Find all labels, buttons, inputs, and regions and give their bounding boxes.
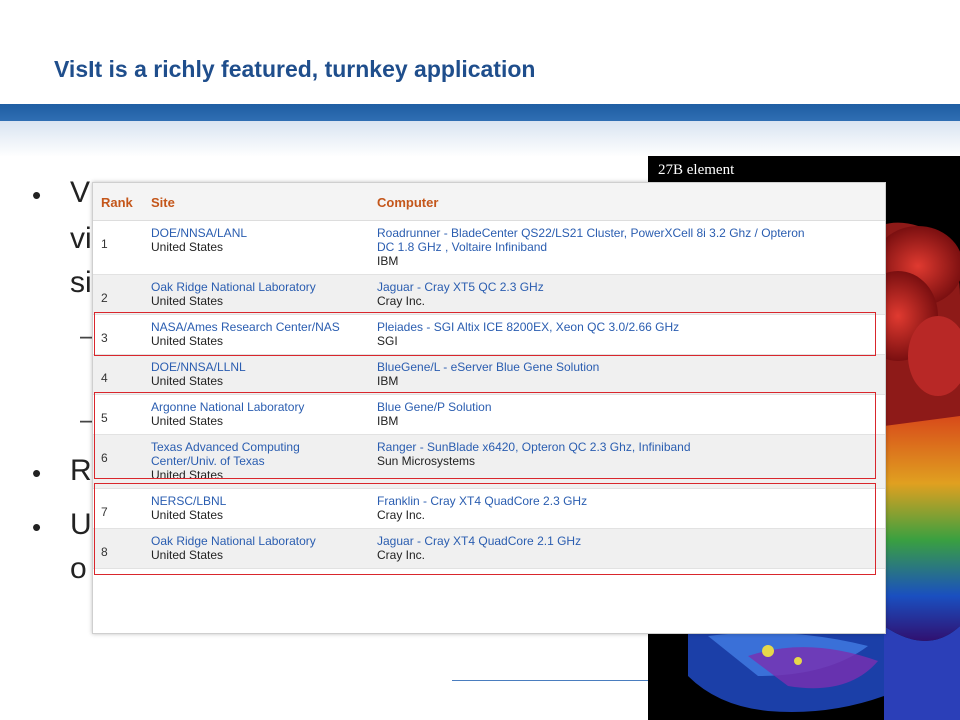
bullet-2-text: R	[70, 454, 92, 487]
site-country: United States	[151, 240, 224, 254]
site-cell: DOE/NNSA/LLNL United States	[143, 354, 369, 395]
bullet-3-text: U	[70, 508, 92, 541]
computer-link[interactable]: Roadrunner - BladeCenter QS22/LS21 Clust…	[377, 226, 877, 240]
computer-link[interactable]: BlueGene/L - eServer Blue Gene Solution	[377, 360, 877, 374]
site-country: United States	[151, 374, 224, 388]
highlight-box-rank-2	[94, 312, 876, 356]
site-link[interactable]: DOE/NNSA/LANL	[151, 226, 361, 240]
rank-cell: 1	[93, 220, 143, 275]
highlight-box-rank-6-7	[94, 483, 876, 575]
table-header-row: Rank Site Computer	[93, 183, 885, 221]
bullet-1-line2: vi	[70, 222, 92, 255]
table-row: 1 DOE/NNSA/LANL United States Roadrunner…	[93, 220, 885, 275]
computer-link[interactable]: Jaguar - Cray XT5 QC 2.3 GHz	[377, 280, 877, 294]
computer-cell: Jaguar - Cray XT5 QC 2.3 GHz Cray Inc.	[369, 274, 885, 315]
site-column-header: Site	[143, 183, 369, 221]
computer-cell: Roadrunner - BladeCenter QS22/LS21 Clust…	[369, 220, 885, 275]
bullet-dot: •	[32, 512, 42, 542]
site-cell: DOE/NNSA/LANL United States	[143, 220, 369, 275]
title-divider-bar	[0, 104, 960, 121]
table-row: 2 Oak Ridge National Laboratory United S…	[93, 274, 885, 315]
rank-cell: 2	[93, 274, 143, 315]
bullet-dot: •	[32, 458, 42, 488]
computer-vendor: IBM	[377, 254, 399, 268]
bullet-1-line3: si	[70, 266, 92, 299]
hyperlink-underline	[452, 680, 648, 681]
site-link[interactable]: DOE/NNSA/LLNL	[151, 360, 361, 374]
table-row: 4 DOE/NNSA/LLNL United States BlueGene/L…	[93, 354, 885, 395]
visualization-caption: 27B element	[658, 162, 735, 178]
computer-cell: BlueGene/L - eServer Blue Gene Solution …	[369, 354, 885, 395]
computer-vendor: Cray Inc.	[377, 294, 426, 308]
bullet-3-line2: o	[70, 552, 87, 585]
site-cell: Oak Ridge National Laboratory United Sta…	[143, 274, 369, 315]
rank-column-header: Rank	[93, 183, 143, 221]
computer-link-line2[interactable]: DC 1.8 GHz , Voltaire Infiniband	[377, 240, 877, 254]
highlight-box-ranks-4-5	[94, 392, 876, 479]
rank-cell: 4	[93, 354, 143, 395]
computer-column-header: Computer	[369, 183, 885, 221]
bullet-dot: •	[32, 180, 42, 210]
slide-title: VisIt is a richly featured, turnkey appl…	[54, 56, 536, 82]
title-gradient-band	[0, 121, 960, 157]
bullet-1-text: V	[70, 176, 91, 209]
site-country: United States	[151, 294, 224, 308]
top500-table-screenshot: Rank Site Computer 1 DOE/NNSA/LANL Unite…	[92, 182, 886, 634]
site-link[interactable]: Oak Ridge National Laboratory	[151, 280, 361, 294]
computer-vendor: IBM	[377, 374, 399, 388]
